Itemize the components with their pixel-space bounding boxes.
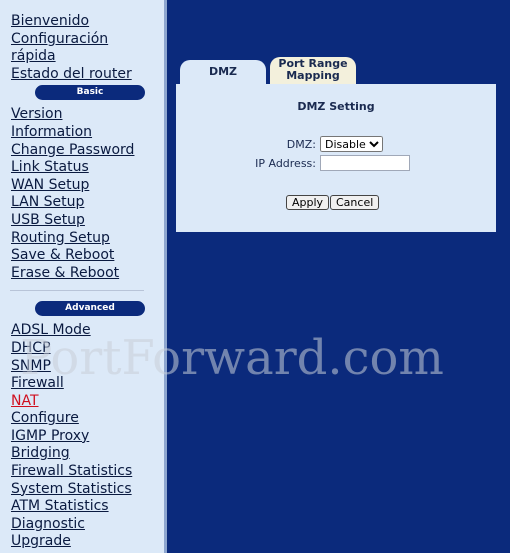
- dmz-select[interactable]: Disable: [320, 136, 383, 152]
- sidebar-item-configure[interactable]: Configure: [11, 410, 164, 428]
- sidebar-item-wan-setup[interactable]: WAN Setup: [11, 177, 164, 195]
- dmz-panel: DMZ Setting DMZ: Disable IP Address: App…: [176, 84, 496, 232]
- ip-address-label: IP Address:: [255, 157, 316, 170]
- sidebar-item-snmp[interactable]: SNMP: [11, 358, 164, 376]
- sidebar-item-save-reboot[interactable]: Save & Reboot: [11, 247, 164, 265]
- sidebar-item-erase-reboot[interactable]: Erase & Reboot: [11, 265, 164, 283]
- divider: [10, 290, 144, 292]
- page-title: DMZ Setting: [297, 100, 375, 113]
- advanced-section-header: Advanced: [35, 301, 145, 317]
- sidebar-item-firewall[interactable]: Firewall: [11, 375, 164, 393]
- sidebar-item-nat[interactable]: NAT: [11, 393, 164, 411]
- dmz-label: DMZ:: [286, 138, 316, 151]
- basic-section-header: Basic: [35, 85, 145, 101]
- sidebar-item-dhcp[interactable]: DHCP: [11, 340, 164, 358]
- sidebar-item-routing-setup[interactable]: Routing Setup: [11, 230, 164, 248]
- sidebar-item-configuraci-n-r-pida[interactable]: Configuración rápida: [11, 31, 111, 66]
- sidebar-item-bienvenido[interactable]: Bienvenido: [11, 13, 164, 31]
- sidebar-item-change-password[interactable]: Change Password: [11, 142, 164, 160]
- sidebar-item-atm-statistics[interactable]: ATM Statistics: [11, 498, 164, 516]
- tab-dmz[interactable]: DMZ: [180, 60, 266, 86]
- apply-button[interactable]: Apply: [286, 195, 330, 210]
- tab-port-range-mapping[interactable]: Port Range Mapping: [270, 57, 356, 85]
- cancel-button[interactable]: Cancel: [330, 195, 380, 210]
- ip-address-input[interactable]: [320, 155, 410, 171]
- sidebar-item-firewall-statistics[interactable]: Firewall Statistics: [11, 463, 164, 481]
- sidebar-item-upgrade[interactable]: Upgrade: [11, 533, 164, 551]
- sidebar-item-diagnostic[interactable]: Diagnostic: [11, 516, 164, 534]
- sidebar-item-lan-setup[interactable]: LAN Setup: [11, 194, 164, 212]
- sidebar-item-igmp-proxy[interactable]: IGMP Proxy: [11, 428, 164, 446]
- sidebar-item-usb-setup[interactable]: USB Setup: [11, 212, 164, 230]
- sidebar-item-adsl-mode[interactable]: ADSL Mode: [11, 322, 164, 340]
- sidebar-item-bridging[interactable]: Bridging: [11, 445, 164, 463]
- sidebar-item-link-status[interactable]: Link Status: [11, 159, 164, 177]
- sidebar-item-estado-del-router[interactable]: Estado del router: [11, 66, 164, 84]
- sidebar: Bienvenido Configuración rápida Estado del…: [0, 0, 167, 553]
- sidebar-item-system-statistics[interactable]: System Statistics: [11, 481, 164, 499]
- sidebar-item-version-information[interactable]: Version Information: [11, 106, 111, 141]
